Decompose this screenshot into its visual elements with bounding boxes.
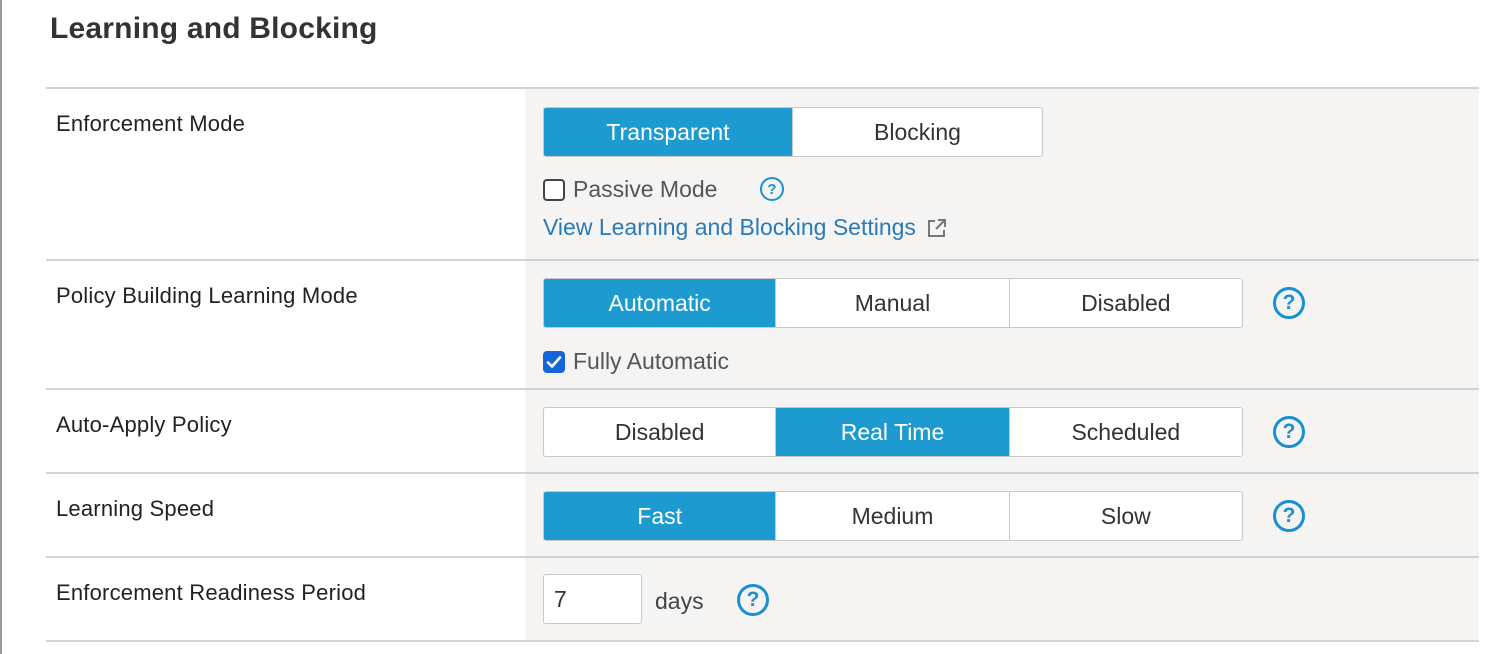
speed-fast-button[interactable]: Fast	[544, 492, 777, 540]
auto-apply-toggle: Disabled Real Time Scheduled	[543, 407, 1243, 457]
learning-mode-help-icon[interactable]: ?	[1273, 287, 1305, 319]
enforcement-mode-content: Transparent Blocking Passive Mode ? View…	[525, 89, 1479, 259]
row-readiness-period: Enforcement Readiness Period 7 days ?	[46, 558, 1479, 642]
fully-automatic-label: Fully Automatic	[573, 348, 729, 374]
readiness-period-help-icon[interactable]: ?	[737, 584, 769, 616]
row-auto-apply: Auto-Apply Policy Disabled Real Time Sch…	[46, 390, 1479, 474]
enforcement-mode-toggle: Transparent Blocking	[543, 107, 1043, 157]
speed-slow-button[interactable]: Slow	[1009, 492, 1242, 540]
auto-apply-realtime-button[interactable]: Real Time	[776, 408, 1010, 456]
speed-medium-button[interactable]: Medium	[776, 492, 1010, 540]
row-learning-speed: Learning Speed Fast Medium Slow ?	[46, 474, 1479, 558]
readiness-period-unit: days	[655, 588, 704, 614]
auto-apply-content: Disabled Real Time Scheduled ?	[525, 390, 1479, 472]
readiness-period-content: 7 days ?	[525, 558, 1479, 640]
fully-automatic-checkbox[interactable]	[543, 350, 565, 373]
learning-speed-label: Learning Speed	[56, 496, 215, 521]
learning-automatic-button[interactable]: Automatic	[544, 279, 777, 327]
auto-apply-help-icon[interactable]: ?	[1273, 416, 1305, 448]
settings-table: Enforcement Mode Transparent Blocking Pa…	[46, 87, 1479, 642]
auto-apply-disabled-button[interactable]: Disabled	[544, 408, 777, 456]
passive-mode-option[interactable]: Passive Mode	[543, 176, 717, 203]
learning-speed-content: Fast Medium Slow ?	[525, 474, 1479, 556]
external-link-icon	[926, 217, 948, 239]
enforcement-blocking-button[interactable]: Blocking	[793, 108, 1042, 156]
enforcement-mode-label: Enforcement Mode	[56, 111, 246, 136]
page-frame: Learning and Blocking Enforcement Mode T…	[0, 0, 1493, 654]
passive-mode-checkbox[interactable]	[543, 178, 565, 201]
passive-mode-label: Passive Mode	[573, 176, 718, 202]
row-learning-mode: Policy Building Learning Mode Automatic …	[46, 261, 1479, 390]
row-enforcement-mode: Enforcement Mode Transparent Blocking Pa…	[46, 89, 1479, 261]
learning-mode-content: Automatic Manual Disabled ? Fully Automa…	[525, 261, 1479, 388]
enforcement-transparent-button[interactable]: Transparent	[544, 108, 793, 156]
readiness-period-input[interactable]: 7	[543, 574, 642, 624]
auto-apply-scheduled-button[interactable]: Scheduled	[1009, 408, 1242, 456]
section-title: Learning and Blocking	[50, 12, 378, 45]
view-settings-link-text: View Learning and Blocking Settings	[543, 214, 916, 240]
learning-mode-toggle: Automatic Manual Disabled	[543, 278, 1243, 328]
learning-speed-help-icon[interactable]: ?	[1273, 500, 1305, 532]
passive-mode-help-icon[interactable]: ?	[760, 177, 784, 201]
learning-manual-button[interactable]: Manual	[776, 279, 1010, 327]
fully-automatic-option[interactable]: Fully Automatic	[543, 348, 729, 375]
auto-apply-label: Auto-Apply Policy	[56, 412, 232, 437]
readiness-period-label: Enforcement Readiness Period	[56, 580, 367, 605]
learning-mode-label: Policy Building Learning Mode	[56, 283, 358, 308]
learning-disabled-button[interactable]: Disabled	[1009, 279, 1242, 327]
learning-speed-toggle: Fast Medium Slow	[543, 491, 1243, 541]
checkmark-icon	[546, 355, 562, 368]
view-settings-link[interactable]: View Learning and Blocking Settings	[543, 214, 948, 241]
